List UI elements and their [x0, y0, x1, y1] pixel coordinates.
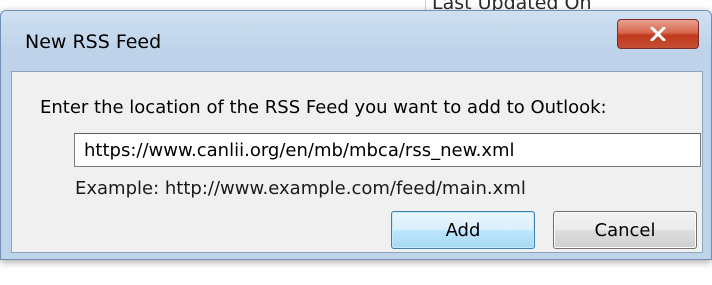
example-hint: Example: http://www.example.com/feed/mai…: [75, 178, 526, 199]
feed-location-label: Enter the location of the RSS Feed you w…: [40, 97, 607, 118]
close-icon: [650, 27, 666, 41]
dialog-body: Enter the location of the RSS Feed you w…: [11, 71, 703, 253]
feed-url-input[interactable]: [74, 133, 701, 167]
close-button[interactable]: [617, 19, 699, 49]
dialog-title: New RSS Feed: [25, 31, 162, 53]
new-rss-feed-dialog: New RSS Feed Enter the location of the R…: [0, 10, 712, 260]
cancel-button[interactable]: Cancel: [553, 211, 697, 249]
dialog-titlebar[interactable]: New RSS Feed: [1, 11, 711, 69]
add-button[interactable]: Add: [391, 211, 535, 249]
